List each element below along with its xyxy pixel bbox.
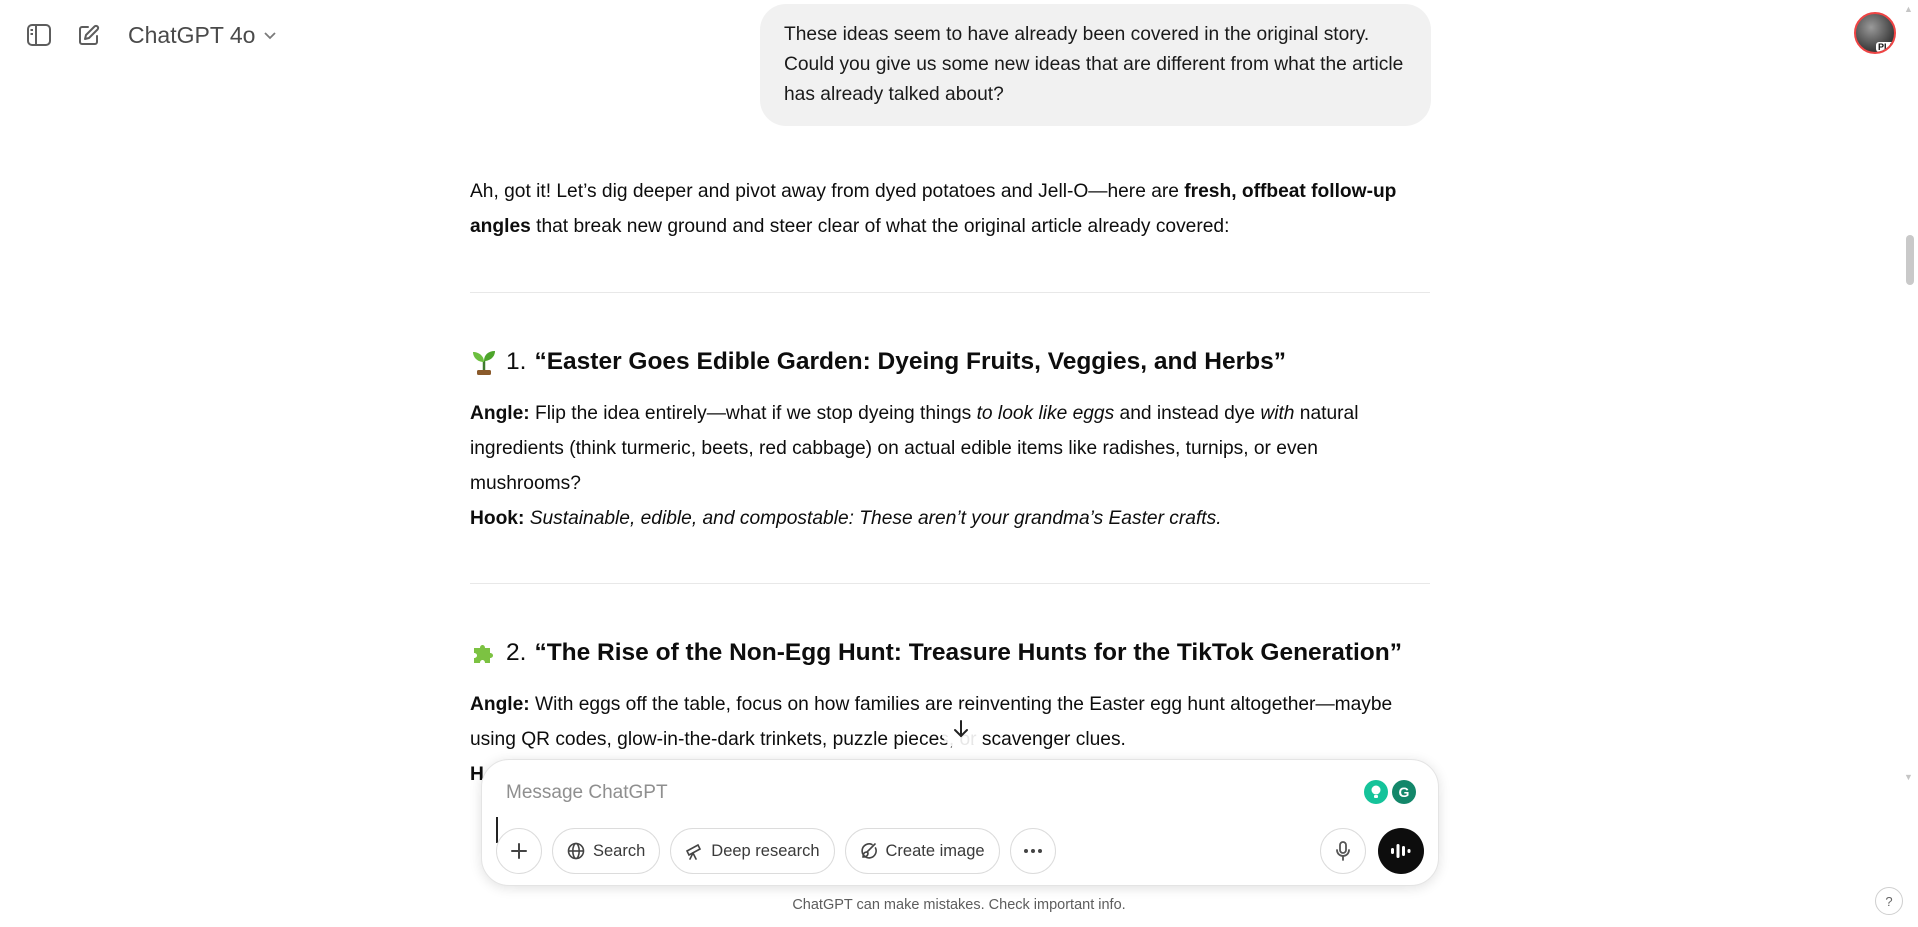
assistant-intro-paragraph: Ah, got it! Let’s dig deeper and pivot a…: [470, 174, 1430, 244]
plus-icon: [511, 843, 527, 859]
arrow-down-icon: [954, 720, 968, 738]
deep-research-label: Deep research: [711, 841, 820, 860]
divider: [470, 583, 1430, 584]
search-label: Search: [593, 841, 646, 860]
voice-mode-button[interactable]: [1378, 828, 1424, 874]
more-icon: [1023, 849, 1042, 853]
section-2-title: “The Rise of the Non-Egg Hunt: Treasure …: [534, 639, 1402, 666]
angle-label: Angle:: [470, 403, 530, 424]
sidebar-toggle-icon[interactable]: [22, 18, 56, 52]
paint-brush-icon: [860, 843, 877, 859]
user-message-bubble: These ideas seem to have already been co…: [760, 4, 1431, 126]
telescope-icon: [686, 843, 702, 860]
disclaimer-text: ChatGPT can make mistakes. Check importa…: [792, 897, 1126, 913]
message-input[interactable]: Message ChatGPT: [506, 782, 668, 804]
help-button[interactable]: ?: [1875, 887, 1903, 915]
section-1-title: “Easter Goes Edible Garden: Dyeing Fruit…: [534, 348, 1286, 375]
lightbulb-icon[interactable]: [1364, 780, 1388, 804]
grammarly-icon[interactable]: G: [1392, 780, 1416, 804]
angle-text: With eggs off the table, focus on how fa…: [470, 694, 1393, 750]
divider: [470, 292, 1430, 293]
scroll-to-bottom-button[interactable]: [941, 709, 981, 749]
model-label: ChatGPT 4o: [128, 21, 256, 48]
angle-italic: to look like eggs: [976, 403, 1115, 424]
seedling-icon: [470, 348, 498, 376]
plan-badge: PLUS: [1876, 42, 1894, 52]
scroll-down-arrow-icon[interactable]: ▼: [1904, 772, 1913, 782]
avatar[interactable]: PLUS: [1854, 12, 1896, 54]
more-tools-button[interactable]: [1009, 828, 1056, 874]
hook-text: Sustainable, edible, and compostable: Th…: [524, 508, 1222, 529]
section-1-heading: 1. “Easter Goes Edible Garden: Dyeing Fr…: [470, 348, 1430, 376]
section-1-number: 1.: [506, 348, 527, 375]
section-2-number: 2.: [506, 639, 527, 666]
section-1-body: Angle: Flip the idea entirely—what if we…: [470, 396, 1430, 536]
intro-text-end: that break new ground and steer clear of…: [530, 216, 1230, 237]
angle-label: Angle:: [470, 694, 530, 715]
intro-text: Ah, got it! Let’s dig deeper and pivot a…: [470, 181, 1185, 202]
model-selector[interactable]: ChatGPT 4o: [128, 20, 277, 50]
angle-text: and instead dye: [1114, 403, 1261, 424]
puzzle-icon: [470, 639, 498, 667]
hook-label: Hook:: [470, 508, 525, 529]
composer-tools: Search Deep research Create image: [496, 828, 1056, 874]
message-composer: Message ChatGPT G Search Deep research C…: [481, 759, 1439, 886]
scrollbar-thumb[interactable]: [1906, 235, 1914, 285]
angle-text: Flip the idea entirely—what if we stop d…: [529, 403, 977, 424]
scroll-up-arrow-icon[interactable]: ▲: [1904, 4, 1913, 14]
angle-italic: with: [1260, 403, 1295, 424]
attach-button[interactable]: [496, 828, 542, 874]
new-chat-icon[interactable]: [72, 18, 106, 52]
voice-waveform-icon: [1391, 844, 1411, 858]
create-image-label: Create image: [885, 841, 985, 860]
dictate-button[interactable]: [1320, 828, 1366, 874]
globe-icon: [567, 842, 585, 860]
grammarly-widget[interactable]: G: [1364, 780, 1416, 804]
chevron-down-icon: [264, 32, 277, 40]
search-button[interactable]: Search: [552, 828, 661, 874]
deep-research-button[interactable]: Deep research: [670, 828, 835, 874]
create-image-button[interactable]: Create image: [844, 828, 1000, 874]
section-2-heading: 2. “The Rise of the Non-Egg Hunt: Treasu…: [470, 639, 1430, 667]
microphone-icon: [1336, 841, 1350, 861]
